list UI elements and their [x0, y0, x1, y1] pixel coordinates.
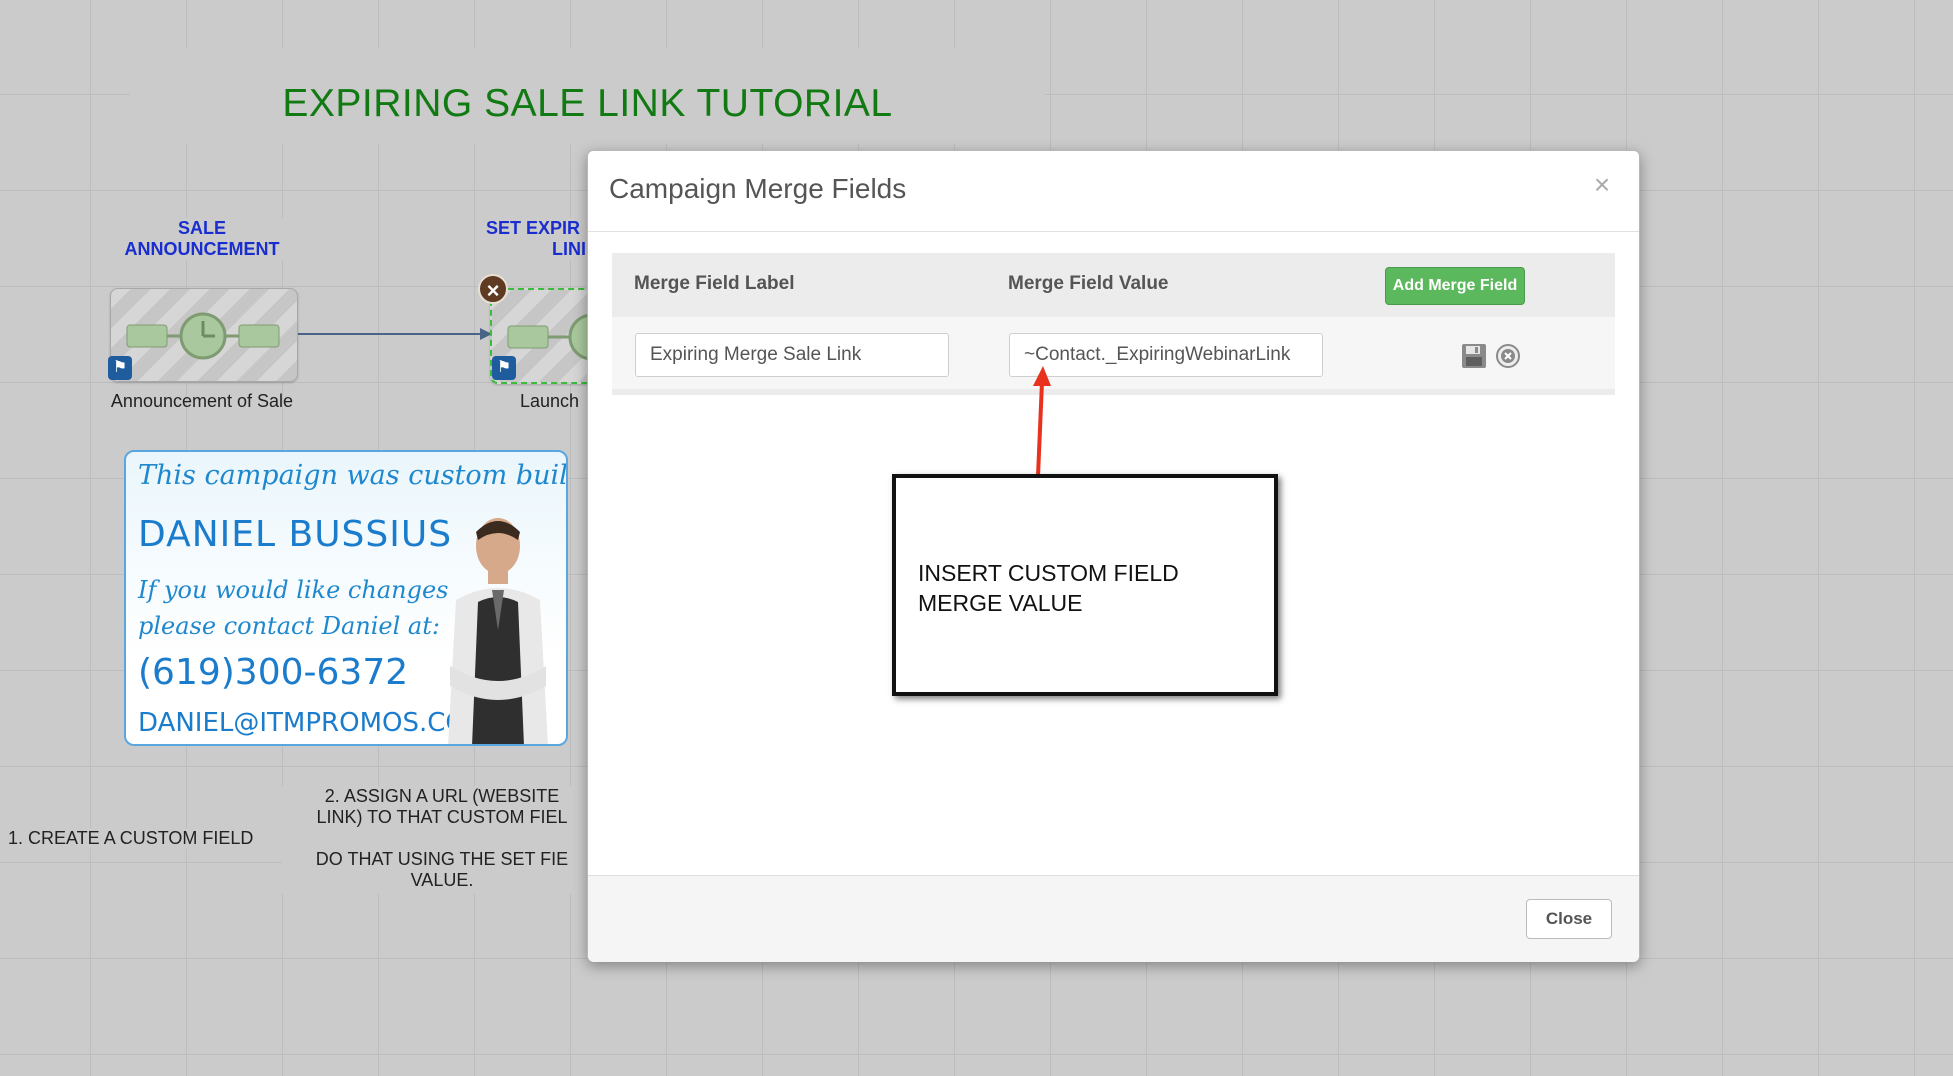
modal-footer	[588, 875, 1639, 962]
annotation-line-1: INSERT CUSTOM FIELD	[918, 560, 1179, 586]
step-note-2-line-4: VALUE.	[410, 870, 474, 890]
sequence-caption-launch: Launch	[520, 391, 580, 411]
card-line-2: If you would like changes	[138, 576, 449, 604]
step-note-2: 2. ASSIGN A URL (WEBSITE LINK) TO THAT C…	[282, 786, 602, 894]
step-note-1: 1. CREATE A CUSTOM FIELD	[8, 828, 254, 849]
annotation-callout-text: INSERT CUSTOM FIELD MERGE VALUE	[918, 558, 1238, 618]
merge-field-label-input[interactable]	[635, 333, 949, 377]
sequence-caption-announcement: Announcement of Sale	[110, 391, 294, 411]
modal-title: Campaign Merge Fields	[609, 173, 907, 204]
annotation-arrow	[1033, 366, 1051, 477]
card-line-1: This campaign was custom built by:	[138, 460, 568, 491]
sequence-connector	[298, 328, 492, 340]
save-icon[interactable]	[1461, 343, 1487, 369]
step-note-2-line-3: DO THAT USING THE SET FIE	[315, 849, 569, 869]
sequence-node-announcement[interactable]	[110, 288, 298, 382]
flag-icon: ⚑	[492, 356, 516, 380]
card-name: DANIEL BUSSIUS	[138, 514, 453, 555]
person-photo	[448, 518, 548, 744]
column-header-value: Merge Field Value	[1008, 273, 1169, 294]
close-icon[interactable]: ×	[1588, 169, 1616, 201]
column-header-label: Merge Field Label	[634, 273, 795, 294]
sequence-label-sale-announcement: SALE ANNOUNCEMENT	[104, 218, 300, 260]
business-card: This campaign was custom built by: DANIE…	[124, 450, 568, 746]
step-note-2-line-2: LINK) TO THAT CUSTOM FIEL	[316, 807, 568, 827]
add-merge-field-button[interactable]: Add Merge Field	[1385, 267, 1525, 305]
canvas-title: EXPIRING SALE LINK TUTORIAL	[282, 82, 893, 125]
card-line-3: please contact Daniel at:	[138, 612, 440, 640]
flag-icon: ⚑	[108, 356, 132, 380]
annotation-line-2: MERGE VALUE	[918, 590, 1083, 616]
close-button[interactable]: Close	[1526, 899, 1612, 939]
clock-icon	[126, 312, 280, 360]
card-phone: (619)300-6372	[138, 652, 409, 693]
step-note-2-line-1: 2. ASSIGN A URL (WEBSITE	[324, 786, 560, 806]
delete-sequence-icon[interactable]: ×	[478, 274, 508, 304]
delete-row-icon[interactable]	[1495, 343, 1521, 369]
